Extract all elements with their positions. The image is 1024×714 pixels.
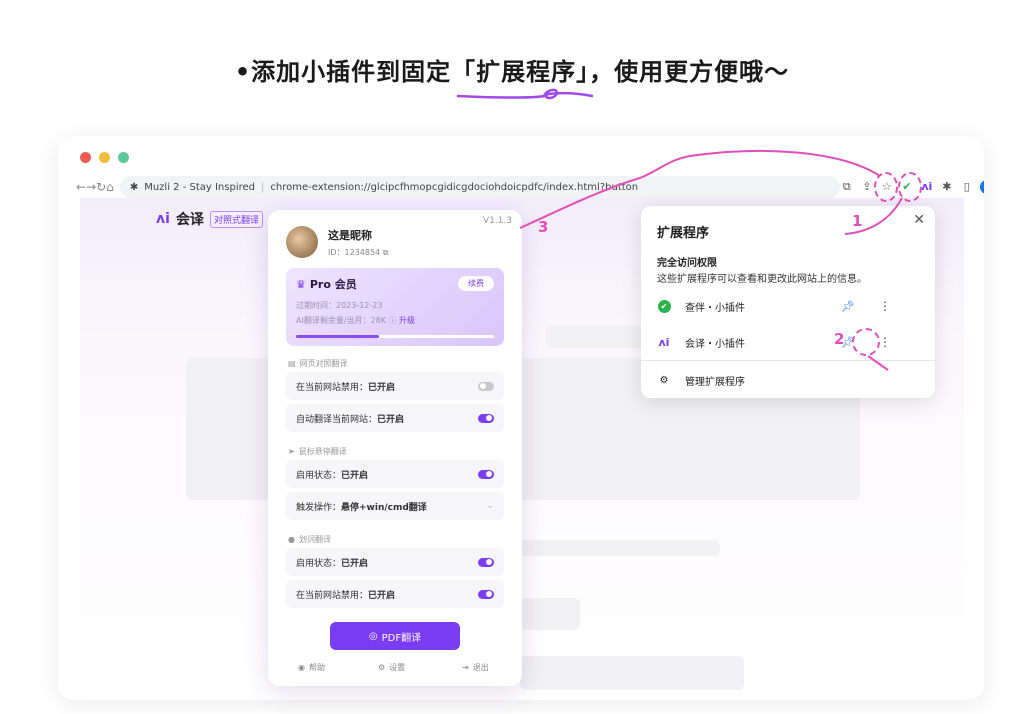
annotation-arrows: [519, 149, 903, 371]
step-1-label: 1: [852, 212, 863, 230]
annotation-circle-toolbar: [874, 172, 898, 202]
step-3-label: 3: [538, 218, 549, 236]
step-2-label: 2: [834, 330, 845, 348]
annotation-circle-puzzle: [898, 172, 922, 202]
annotation-circle-pin: [852, 328, 880, 356]
